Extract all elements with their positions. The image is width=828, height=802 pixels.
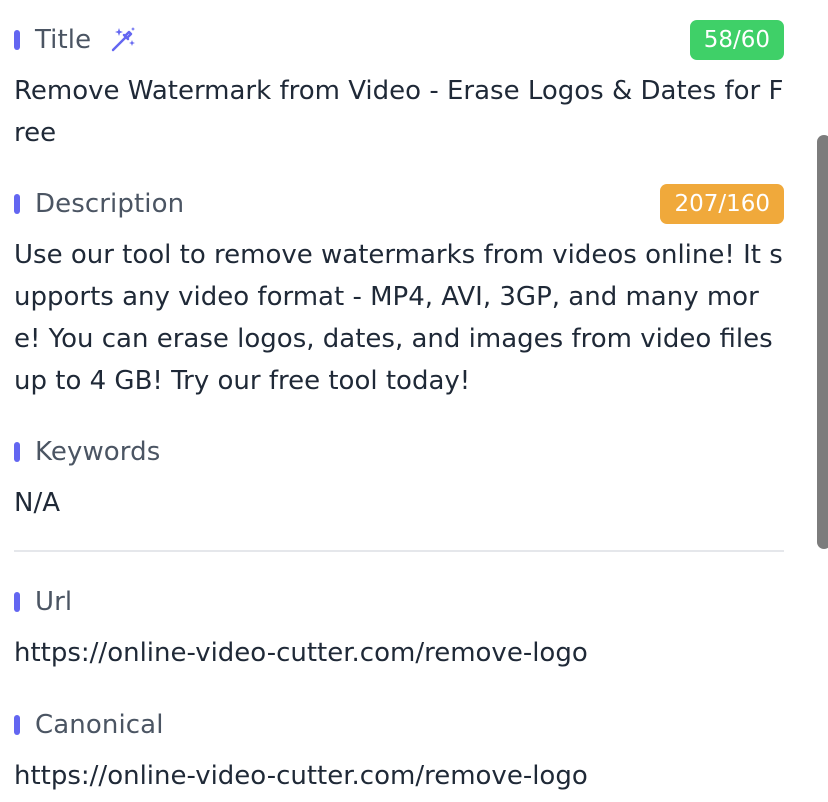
url-label-row: Url — [14, 580, 784, 624]
seo-details-panel: Title 58/60 Remove Watermark from Video … — [0, 0, 828, 802]
url-value[interactable]: https://online-video-cutter.com/remove-l… — [14, 632, 784, 674]
title-label-row: Title 58/60 — [14, 18, 784, 62]
vertical-scrollbar[interactable] — [817, 135, 828, 549]
keywords-section: Keywords N/A — [14, 430, 784, 524]
section-marker — [14, 592, 20, 612]
title-section: Title 58/60 Remove Watermark from Video … — [14, 18, 784, 154]
url-section: Url https://online-video-cutter.com/remo… — [14, 580, 784, 674]
section-marker — [14, 194, 20, 214]
magic-wand-icon[interactable] — [109, 26, 137, 54]
section-divider — [14, 550, 784, 552]
keywords-label-row: Keywords — [14, 430, 784, 474]
description-label-row: Description 207/160 — [14, 182, 784, 226]
description-length-badge: 207/160 — [660, 184, 784, 224]
keywords-label: Keywords — [35, 437, 161, 467]
keywords-value: N/A — [14, 488, 60, 518]
section-marker — [14, 30, 20, 50]
title-value: Remove Watermark from Video - Erase Logo… — [14, 76, 784, 148]
title-label: Title — [35, 25, 92, 55]
description-value: Use our tool to remove watermarks from v… — [14, 240, 783, 396]
description-section: Description 207/160 Use our tool to remo… — [14, 182, 784, 402]
section-marker — [14, 715, 20, 735]
canonical-label-row: Canonical — [14, 703, 784, 747]
description-label: Description — [35, 189, 185, 219]
canonical-section: Canonical https://online-video-cutter.co… — [14, 703, 784, 797]
title-length-badge: 58/60 — [689, 20, 784, 60]
section-marker — [14, 442, 20, 462]
url-label: Url — [35, 587, 73, 617]
canonical-value[interactable]: https://online-video-cutter.com/remove-l… — [14, 755, 784, 797]
canonical-label: Canonical — [35, 710, 164, 740]
